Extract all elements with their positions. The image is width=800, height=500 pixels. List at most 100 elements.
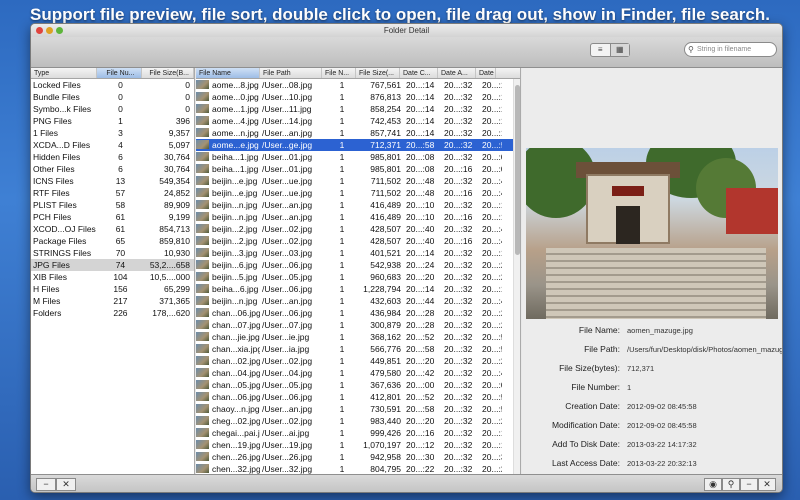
file-size-cell: 999,426	[370, 428, 401, 438]
file-row[interactable]: beijin...3.jpg/User...03.jpg 1 401,521 20..…	[196, 247, 520, 259]
close-button[interactable]: ✕	[758, 478, 776, 491]
file-name-cell: beijin...3.jpg	[212, 248, 258, 258]
column-header-date-added[interactable]: Date A...	[438, 68, 476, 78]
type-table-row[interactable]: RTF Files 57 24,852	[31, 187, 194, 199]
type-table-row[interactable]: 1 Files 3 9,357	[31, 127, 194, 139]
file-row[interactable]: chan...02.jpg/User...02.jpg 1 449,851 20...…	[196, 355, 520, 367]
file-row[interactable]: beijin...5.jpg/User...05.jpg 1 960,683 20..…	[196, 271, 520, 283]
file-row[interactable]: aome...e.jpg/User...ge.jpg 1 712,371 20...:…	[196, 139, 520, 151]
type-table-row[interactable]: JPG Files 74 53,2....658	[31, 259, 194, 271]
column-header-file-number[interactable]: File N...	[322, 68, 356, 78]
file-path-cell: /User...06.jpg	[262, 284, 313, 294]
type-table-row[interactable]: PCH Files 61 9,199	[31, 211, 194, 223]
file-row[interactable]: beijin...n.jpg/User...an.jpg 1 416,489 20..…	[196, 199, 520, 211]
file-row[interactable]: beiha...6.jpg/User...06.jpg 1 1,228,794 20.…	[196, 283, 520, 295]
file-row[interactable]: chen...26.jpg/User...26.jpg 1 942,958 20...…	[196, 451, 520, 463]
file-row[interactable]: beijin...n.jpg/User...an.jpg 1 416,489 20..…	[196, 211, 520, 223]
file-row[interactable]: aome...0.jpg/User...10.jpg 1 876,813 20...:…	[196, 91, 520, 103]
column-header-type[interactable]: Type	[31, 68, 97, 78]
file-row[interactable]: beijin...e.jpg/User...ue.jpg 1 711,502 20..…	[196, 187, 520, 199]
type-table-body: Locked Files 0 0 Bundle Files 0 0 Symbo...k Fi…	[31, 79, 194, 319]
file-row[interactable]: beiha...1.jpg/User...01.jpg 1 985,801 20...…	[196, 163, 520, 175]
file-row[interactable]: beijin...e.jpg/User...ue.jpg 1 711,502 20..…	[196, 175, 520, 187]
add-to-disk-date-label: Add To Disk Date:	[552, 439, 620, 449]
file-row[interactable]: chan...xia.jpg/User...ia.jpg 1 566,776 20..…	[196, 343, 520, 355]
search-input[interactable]: ⚲ String in filename	[684, 42, 777, 57]
file-row[interactable]: aome...8.jpg/User...08.jpg 1 767,561 20...:…	[196, 79, 520, 91]
files-scrollbar-thumb[interactable]	[515, 85, 520, 255]
image-preview[interactable]	[526, 148, 778, 319]
file-count-cell: 61	[115, 212, 126, 222]
file-row[interactable]: chegai...pai.jpg/User...ai.jpg 1 999,426 20…	[196, 427, 520, 439]
column-header-file-path[interactable]: File Path	[260, 68, 322, 78]
search-icon[interactable]: ⚲	[722, 478, 740, 491]
view-mode-segmented-control[interactable]: ≡ ▦	[590, 43, 630, 57]
type-table-row[interactable]: Symbo...k Files 0 0	[31, 103, 194, 115]
close-window-button[interactable]	[36, 27, 43, 34]
file-row[interactable]: chan...06.jpg/User...06.jpg 1 412,801 20...…	[196, 391, 520, 403]
file-row[interactable]: chen...19.jpg/User...19.jpg 1 1,070,197 20.…	[196, 439, 520, 451]
type-table-row[interactable]: Package Files 65 859,810	[31, 235, 194, 247]
column-header-file-size[interactable]: File Size(...	[356, 68, 400, 78]
type-table-row[interactable]: Locked Files 0 0	[31, 79, 194, 91]
column-header-file-name[interactable]: File Name	[196, 68, 260, 78]
type-cell: JPG Files	[33, 260, 70, 270]
type-table-row[interactable]: PLIST Files 58 89,909	[31, 199, 194, 211]
file-row[interactable]: chan...06.jpg/User...06.jpg 1 436,984 20...…	[196, 307, 520, 319]
type-table-row[interactable]: Folders 226 178,...620	[31, 307, 194, 319]
file-row[interactable]: chan...05.jpg/User...05.jpg 1 367,636 20...…	[196, 379, 520, 391]
file-path-cell: /User...01.jpg	[262, 164, 313, 174]
file-row[interactable]: beijin...n.jpg/User...an.jpg 1 432,603 20..…	[196, 295, 520, 307]
type-table-row[interactable]: PNG Files 1 396	[31, 115, 194, 127]
column-header-date-created[interactable]: Date C...	[400, 68, 438, 78]
minus-button[interactable]: −	[740, 478, 758, 491]
file-row[interactable]: beijin...2.jpg/User...02.jpg 1 428,507 20..…	[196, 235, 520, 247]
file-row[interactable]: beijin...6.jpg/User...06.jpg 1 542,938 20..…	[196, 259, 520, 271]
file-row[interactable]: aome...1.jpg/User...11.jpg 1 858,254 20...:…	[196, 103, 520, 115]
type-cell: H Files	[33, 284, 60, 294]
type-table-row[interactable]: M Files 217 371,365	[31, 295, 194, 307]
grid-icon[interactable]: ▦	[609, 44, 629, 56]
date-modified-cell: 20...:0	[482, 152, 502, 162]
type-table-row[interactable]: XCOD...OJ Files 61 854,713	[31, 223, 194, 235]
minimize-window-button[interactable]	[46, 27, 53, 34]
file-path-cell: /User...02.jpg	[262, 416, 313, 426]
file-row[interactable]: cheg...02.jpg/User...02.jpg 1 983,440 20...…	[196, 415, 520, 427]
type-table-row[interactable]: H Files 156 65,299	[31, 283, 194, 295]
type-table-row[interactable]: Other Files 6 30,764	[31, 163, 194, 175]
file-row[interactable]: aome...4.jpg/User...14.jpg 1 742,453 20...:…	[196, 115, 520, 127]
file-size-cell: 416,489	[370, 212, 401, 222]
folder-detail-window: Folder Detail ≡ ▦ ⚲ String in filename T…	[30, 23, 783, 493]
thumbnail-icon	[196, 391, 210, 403]
type-table-row[interactable]: Bundle Files 0 0	[31, 91, 194, 103]
file-size-cell: 1,228,794	[363, 284, 401, 294]
file-row[interactable]: chen...32.jpg/User...32.jpg 1 804,795 20...…	[196, 463, 520, 474]
eye-icon[interactable]: ◉	[704, 478, 722, 491]
column-header-file-size[interactable]: File Size(B...	[142, 68, 194, 78]
file-number-cell: 1	[339, 356, 345, 366]
column-header-file-number[interactable]: File Nu...	[96, 68, 143, 78]
remove-button[interactable]: −	[36, 478, 56, 491]
list-icon[interactable]: ≡	[591, 44, 610, 56]
clear-button[interactable]: ✕	[56, 478, 76, 491]
type-table-row[interactable]: XIB Files 104 10,5....000	[31, 271, 194, 283]
file-count-cell: 3	[118, 128, 123, 138]
column-header-date-modified[interactable]: Date M	[476, 68, 496, 78]
thumbnail-icon	[196, 223, 210, 235]
file-number-cell: 1	[339, 200, 345, 210]
type-table-row[interactable]: STRINGS Files 70 10,930	[31, 247, 194, 259]
file-row[interactable]: chan...07.jpg/User...07.jpg 1 300,879 20...…	[196, 319, 520, 331]
files-table-header: File Name File Path File N... File Size(…	[196, 68, 520, 79]
zoom-window-button[interactable]	[56, 27, 63, 34]
file-row[interactable]: aome...n.jpg/User...an.jpg 1 857,741 20...:…	[196, 127, 520, 139]
file-row[interactable]: beijin...2.jpg/User...02.jpg 1 428,507 20..…	[196, 223, 520, 235]
file-row[interactable]: chan...04.jpg/User...04.jpg 1 479,580 20...…	[196, 367, 520, 379]
file-row[interactable]: chan...jie.jpg/User...ie.jpg 1 368,162 20..…	[196, 331, 520, 343]
files-scrollbar[interactable]	[513, 79, 520, 474]
file-row[interactable]: beiha...1.jpg/User...01.jpg 1 985,801 20...…	[196, 151, 520, 163]
thumbnail-icon	[196, 151, 210, 163]
file-row[interactable]: chaoy...n.jpg/User...an.jpg 1 730,591 20...…	[196, 403, 520, 415]
type-table-row[interactable]: Hidden Files 6 30,764	[31, 151, 194, 163]
type-table-row[interactable]: XCDA...D Files 4 5,097	[31, 139, 194, 151]
type-table-row[interactable]: ICNS Files 13 549,354	[31, 175, 194, 187]
